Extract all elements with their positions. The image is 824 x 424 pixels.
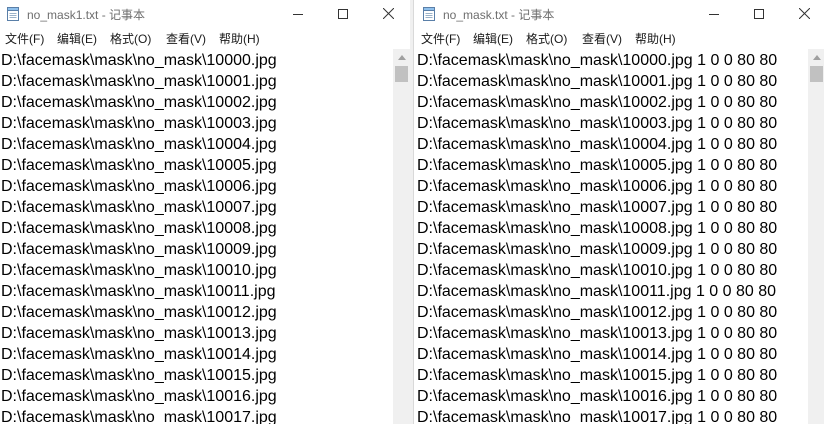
- notepad-icon: [423, 7, 435, 21]
- title-bar[interactable]: no_mask1.txt - 记事本: [0, 0, 410, 27]
- text-line: D:\facemask\mask\no_mask\10003.jpg 1 0 0…: [417, 115, 778, 132]
- menu-view[interactable]: 查看(V): [166, 30, 206, 47]
- minimize-button[interactable]: [691, 0, 737, 27]
- text-line: D:\facemask\mask\no_mask\10014.jpg 1 0 0…: [417, 346, 778, 363]
- text-line: D:\facemask\mask\no_mask\10008.jpg 1 0 0…: [417, 220, 778, 237]
- menu-view[interactable]: 查看(V): [582, 30, 622, 47]
- text-line: D:\facemask\mask\no_mask\10008.jpg: [1, 220, 277, 237]
- text-line: D:\facemask\mask\no_mask\10014.jpg: [1, 346, 277, 363]
- maximize-button[interactable]: [736, 0, 782, 27]
- text-line: D:\facemask\mask\no_mask\10001.jpg: [1, 73, 277, 90]
- text-line: D:\facemask\mask\no_mask\10013.jpg 1 0 0…: [417, 325, 778, 342]
- notepad-window-left[interactable]: no_mask1.txt - 记事本 文件(F) 编辑(E) 格式(O) 查看(…: [0, 0, 411, 424]
- vertical-scrollbar[interactable]: [393, 49, 410, 424]
- menu-help[interactable]: 帮助(H): [219, 30, 260, 47]
- menu-bar: 文件(F) 编辑(E) 格式(O) 查看(V) 帮助(H): [414, 27, 824, 47]
- window-title: no_mask.txt - 记事本: [443, 8, 555, 22]
- notepad-window-right[interactable]: no_mask.txt - 记事本 文件(F) 编辑(E) 格式(O) 查看(V…: [413, 0, 824, 424]
- text-line: D:\facemask\mask\no_mask\10011.jpg: [1, 283, 276, 300]
- text-line: D:\facemask\mask\no_mask\10017.jpg 1 0 0…: [417, 409, 778, 424]
- menu-bar: 文件(F) 编辑(E) 格式(O) 查看(V) 帮助(H): [0, 27, 410, 47]
- text-line: D:\facemask\mask\no_mask\10007.jpg: [1, 199, 277, 216]
- scroll-up-arrow-icon: [397, 55, 406, 60]
- text-line: D:\facemask\mask\no_mask\10002.jpg: [1, 94, 277, 111]
- text-line: D:\facemask\mask\no_mask\10016.jpg 1 0 0…: [417, 388, 778, 405]
- text-line: D:\facemask\mask\no_mask\10005.jpg 1 0 0…: [417, 157, 778, 174]
- text-line: D:\facemask\mask\no_mask\10005.jpg: [1, 157, 277, 174]
- text-line: D:\facemask\mask\no_mask\10006.jpg 1 0 0…: [417, 178, 778, 195]
- window-title: no_mask1.txt - 记事本: [27, 8, 146, 22]
- text-line: D:\facemask\mask\no_mask\10012.jpg: [1, 304, 277, 321]
- menu-edit[interactable]: 编辑(E): [473, 30, 513, 47]
- close-button[interactable]: [365, 0, 410, 27]
- close-icon: [798, 8, 810, 19]
- text-line: D:\facemask\mask\no_mask\10009.jpg 1 0 0…: [417, 241, 778, 258]
- vertical-scrollbar[interactable]: [808, 49, 824, 424]
- minimize-icon: [293, 13, 303, 15]
- menu-format[interactable]: 格式(O): [110, 30, 151, 47]
- menu-help[interactable]: 帮助(H): [635, 30, 676, 47]
- minimize-button[interactable]: [275, 0, 321, 27]
- maximize-icon: [754, 8, 764, 19]
- text-line: D:\facemask\mask\no_mask\10004.jpg: [1, 136, 277, 153]
- menu-format[interactable]: 格式(O): [526, 30, 567, 47]
- text-editor[interactable]: D:\facemask\mask\no_mask\10000.jpg 1 0 0…: [414, 49, 824, 424]
- text-line: D:\facemask\mask\no_mask\10003.jpg: [1, 115, 277, 132]
- text-line: D:\facemask\mask\no_mask\10013.jpg: [1, 325, 277, 342]
- close-button[interactable]: [781, 0, 824, 27]
- title-bar[interactable]: no_mask.txt - 记事本: [414, 0, 824, 27]
- minimize-icon: [709, 13, 719, 15]
- text-line: D:\facemask\mask\no_mask\10009.jpg: [1, 241, 277, 258]
- scroll-up-button[interactable]: [808, 49, 824, 66]
- maximize-icon: [338, 8, 348, 19]
- scrollbar-thumb[interactable]: [395, 66, 408, 82]
- text-editor[interactable]: D:\facemask\mask\no_mask\10000.jpg D:\fa…: [0, 49, 410, 424]
- text-line: D:\facemask\mask\no_mask\10006.jpg: [1, 178, 277, 195]
- text-line: D:\facemask\mask\no_mask\10002.jpg 1 0 0…: [417, 94, 778, 111]
- text-line: D:\facemask\mask\no_mask\10011.jpg 1 0 0…: [417, 283, 777, 300]
- text-line: D:\facemask\mask\no_mask\10010.jpg 1 0 0…: [417, 262, 778, 279]
- close-icon: [382, 8, 394, 19]
- text-line: D:\facemask\mask\no_mask\10001.jpg 1 0 0…: [417, 73, 778, 90]
- text-line: D:\facemask\mask\no_mask\10010.jpg: [1, 262, 277, 279]
- text-line: D:\facemask\mask\no_mask\10007.jpg 1 0 0…: [417, 199, 778, 216]
- text-line: D:\facemask\mask\no_mask\10015.jpg: [1, 367, 277, 384]
- menu-file[interactable]: 文件(F): [5, 30, 44, 47]
- text-line: D:\facemask\mask\no_mask\10016.jpg: [1, 388, 277, 405]
- text-line: D:\facemask\mask\no_mask\10000.jpg 1 0 0…: [417, 52, 778, 69]
- notepad-icon: [7, 7, 19, 21]
- scroll-up-button[interactable]: [393, 49, 410, 66]
- text-line: D:\facemask\mask\no_mask\10012.jpg 1 0 0…: [417, 304, 778, 321]
- menu-file[interactable]: 文件(F): [421, 30, 460, 47]
- text-line: D:\facemask\mask\no_mask\10017.jpg: [1, 409, 277, 424]
- maximize-button[interactable]: [320, 0, 366, 27]
- text-line: D:\facemask\mask\no_mask\10004.jpg 1 0 0…: [417, 136, 778, 153]
- scrollbar-thumb[interactable]: [810, 66, 823, 82]
- menu-edit[interactable]: 编辑(E): [57, 30, 97, 47]
- text-line: D:\facemask\mask\no_mask\10000.jpg: [1, 52, 277, 69]
- text-line: D:\facemask\mask\no_mask\10015.jpg 1 0 0…: [417, 367, 778, 384]
- scroll-up-arrow-icon: [812, 55, 821, 60]
